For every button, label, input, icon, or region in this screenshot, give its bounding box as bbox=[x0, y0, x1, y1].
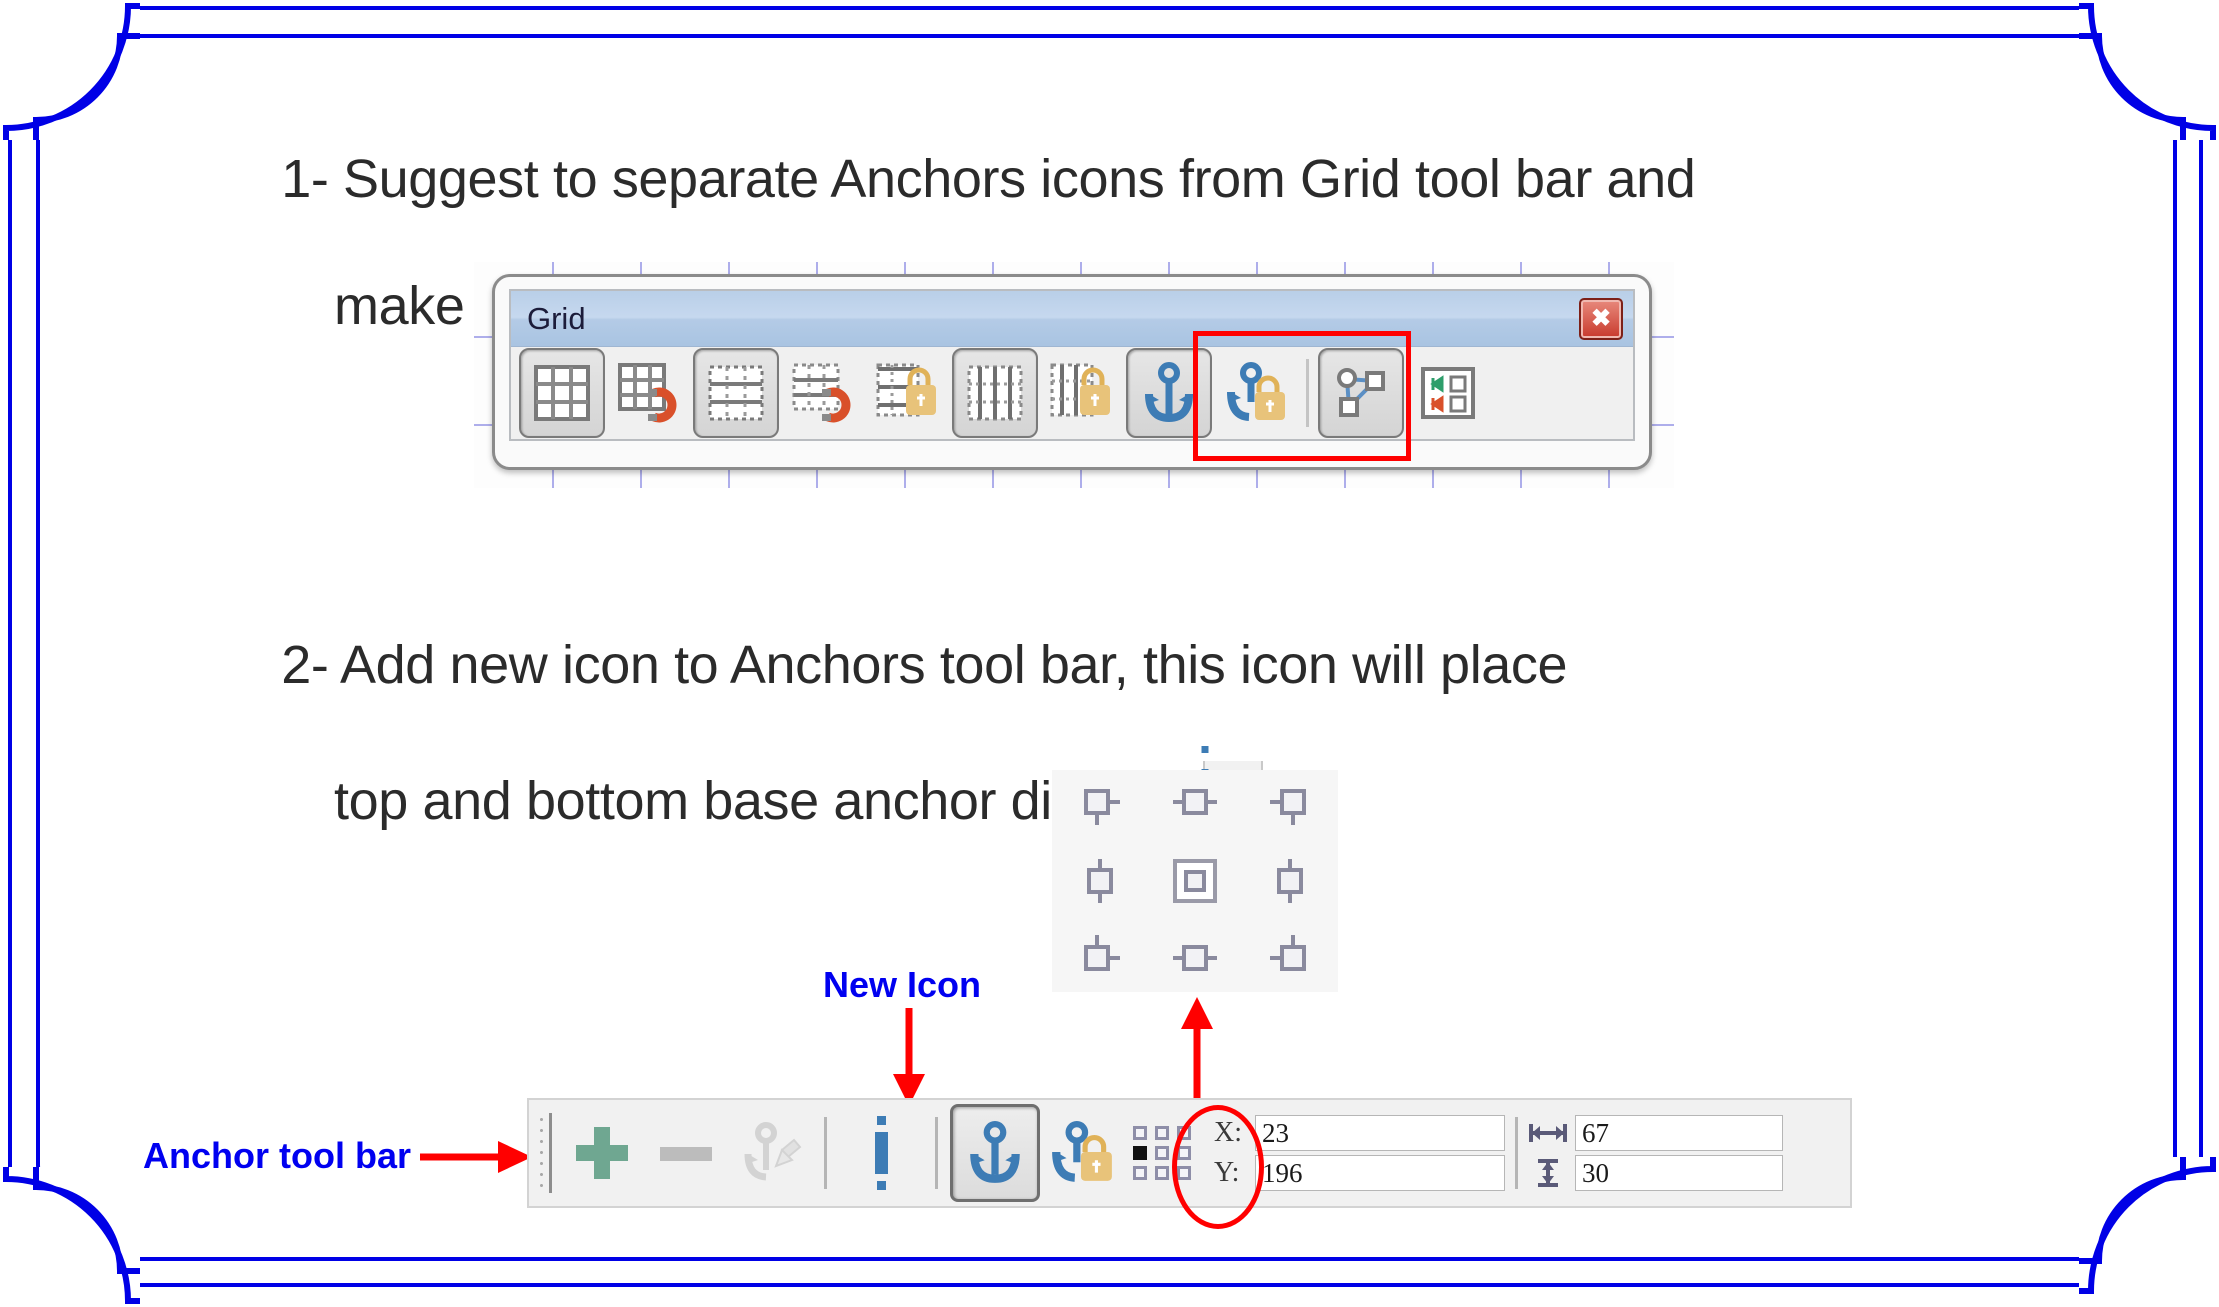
anchor-position-grid bbox=[1052, 770, 1338, 992]
mini-cell-top-right[interactable] bbox=[1176, 1126, 1191, 1141]
grid-button-show-vertical-grid[interactable] bbox=[952, 347, 1038, 438]
close-icon[interactable]: ✖ bbox=[1579, 297, 1623, 340]
anchor-lock-icon bbox=[1227, 361, 1285, 421]
mini-cell-middle-left[interactable] bbox=[1133, 1145, 1148, 1160]
anchor-button-add-anchor[interactable] bbox=[560, 1107, 644, 1199]
anchor-point-selector-grid bbox=[1131, 1125, 1193, 1181]
grid-panel-title: Grid bbox=[527, 300, 586, 336]
mini-cell-bottom-right[interactable] bbox=[1176, 1165, 1191, 1180]
grid-magnet-icon bbox=[618, 362, 677, 422]
mini-cell-top-center[interactable] bbox=[1154, 1126, 1169, 1141]
horizontal-grid-lock-icon bbox=[876, 363, 936, 416]
frame-corner-top-left bbox=[0, 0, 140, 140]
grid-button-snap-horizontal-grid[interactable] bbox=[782, 350, 864, 436]
mini-cell-middle-right[interactable] bbox=[1176, 1145, 1191, 1160]
anchor-point-selector[interactable] bbox=[1124, 1107, 1200, 1199]
frame-corner-bottom-right bbox=[2079, 1157, 2219, 1297]
horizontal-grid-icon bbox=[708, 365, 764, 420]
grid-button-lock-horizontal-grid[interactable] bbox=[867, 350, 949, 436]
anchor-toolbar-separator-1 bbox=[824, 1117, 827, 1189]
anchor-button-edit-anchor[interactable] bbox=[728, 1107, 812, 1199]
toolbar-grip-line bbox=[549, 1113, 552, 1193]
anchor-icon bbox=[1145, 361, 1193, 422]
grid-button-show-anchors[interactable] bbox=[1126, 347, 1212, 438]
mini-cell-bottom-left[interactable] bbox=[1133, 1165, 1148, 1180]
frame-corner-bottom-left bbox=[0, 1167, 140, 1307]
minus-icon bbox=[660, 1147, 712, 1161]
anchor-toolbar-callout-arrow bbox=[420, 1141, 532, 1173]
anchor-cell-center[interactable] bbox=[1158, 850, 1232, 912]
plus-icon bbox=[576, 1127, 628, 1179]
node-graph-icon bbox=[1337, 367, 1385, 417]
mini-cell-bottom-center[interactable] bbox=[1154, 1165, 1169, 1180]
grid-panel-body: Grid ✖ bbox=[509, 289, 1635, 441]
mini-cell-top-left[interactable] bbox=[1133, 1126, 1148, 1141]
anchor-toolbar-callout: Anchor tool bar bbox=[143, 1135, 411, 1176]
anchor-toolbar: X: 23 Y: 196 67 30 bbox=[527, 1098, 1852, 1208]
mini-cell-center[interactable] bbox=[1154, 1145, 1169, 1160]
size-fields: 67 30 bbox=[1528, 1115, 1783, 1191]
anchor-toolbar-separator-3 bbox=[1515, 1117, 1518, 1189]
anchor-grid-callout-arrow bbox=[1181, 997, 1213, 1105]
paragraph-2-line-2: top and bottom base anchor directly. bbox=[252, 746, 1567, 834]
grid-toolbar-separator bbox=[1306, 358, 1309, 427]
horizontal-grid-magnet-icon bbox=[792, 363, 851, 422]
x-label: X: bbox=[1214, 1117, 1242, 1148]
anchor-edit-icon bbox=[744, 1122, 802, 1181]
vertical-grid-lock-icon bbox=[1050, 363, 1110, 416]
grid-button-show-horizontal-grid[interactable] bbox=[693, 347, 779, 438]
anchor-button-lock-anchors[interactable] bbox=[1040, 1107, 1124, 1199]
grid-toolbar-screenshot: Grid ✖ bbox=[474, 262, 1674, 488]
grid-button-lock-vertical-grid[interactable] bbox=[1041, 350, 1123, 436]
grid-panel-titlebar: Grid ✖ bbox=[511, 291, 1633, 347]
width-icon bbox=[1529, 1124, 1567, 1142]
grid-toolbar-buttons bbox=[511, 347, 1633, 438]
anchor-toolbar-separator-2 bbox=[935, 1117, 938, 1189]
grid-icon bbox=[534, 364, 590, 421]
height-input[interactable]: 30 bbox=[1575, 1155, 1783, 1191]
anchor-cell-top-left[interactable] bbox=[1063, 776, 1137, 838]
anchor-button-remove-anchor[interactable] bbox=[644, 1107, 728, 1199]
new-icon-callout: New Icon bbox=[823, 964, 982, 1005]
height-icon bbox=[1538, 1159, 1558, 1187]
anchor-cell-bottom-center[interactable] bbox=[1158, 924, 1232, 986]
base-anchor-icon bbox=[875, 1116, 888, 1190]
toolbar-grip-handle[interactable] bbox=[533, 1111, 549, 1195]
anchor-cell-bottom-right[interactable] bbox=[1253, 924, 1327, 986]
anchor-cell-top-right[interactable] bbox=[1253, 776, 1327, 838]
x-input[interactable]: 23 bbox=[1255, 1115, 1505, 1151]
vertical-grid-icon bbox=[967, 365, 1023, 420]
y-label: Y: bbox=[1214, 1157, 1240, 1188]
frame-corner-top-right bbox=[2079, 0, 2219, 140]
anchor-cell-middle-left[interactable] bbox=[1063, 850, 1137, 912]
grid-settings-icon bbox=[1421, 366, 1475, 419]
grid-button-node-graph[interactable] bbox=[1318, 347, 1404, 438]
grid-panel: Grid ✖ bbox=[492, 274, 1652, 470]
grid-button-show-grid[interactable] bbox=[519, 347, 605, 438]
anchor-button-show-anchors[interactable] bbox=[950, 1104, 1040, 1202]
anchor-cell-middle-right[interactable] bbox=[1253, 850, 1327, 912]
grid-button-snap-to-grid[interactable] bbox=[608, 350, 690, 436]
anchor-lock-icon bbox=[1052, 1121, 1112, 1182]
suggestion-paragraph-2: 2- Add new icon to Anchors tool bar, thi… bbox=[252, 570, 1568, 898]
y-input[interactable]: 196 bbox=[1255, 1155, 1505, 1191]
width-input[interactable]: 67 bbox=[1575, 1115, 1783, 1151]
anchor-cell-top-center[interactable] bbox=[1158, 776, 1232, 838]
paragraph-1-line-1: 1- Suggest to separate Anchors icons fro… bbox=[281, 148, 1696, 209]
grid-button-lock-anchors[interactable] bbox=[1215, 350, 1297, 436]
position-fields: X: 23 Y: 196 bbox=[1214, 1115, 1505, 1191]
new-icon-callout-arrow bbox=[893, 1008, 925, 1106]
anchor-cell-bottom-left[interactable] bbox=[1063, 924, 1137, 986]
anchor-icon bbox=[970, 1121, 1020, 1183]
paragraph-2-line-1: 2- Add new icon to Anchors tool bar, thi… bbox=[281, 634, 1568, 695]
anchor-button-new-base-anchor[interactable] bbox=[839, 1107, 923, 1199]
grid-button-grid-settings[interactable] bbox=[1407, 350, 1489, 436]
